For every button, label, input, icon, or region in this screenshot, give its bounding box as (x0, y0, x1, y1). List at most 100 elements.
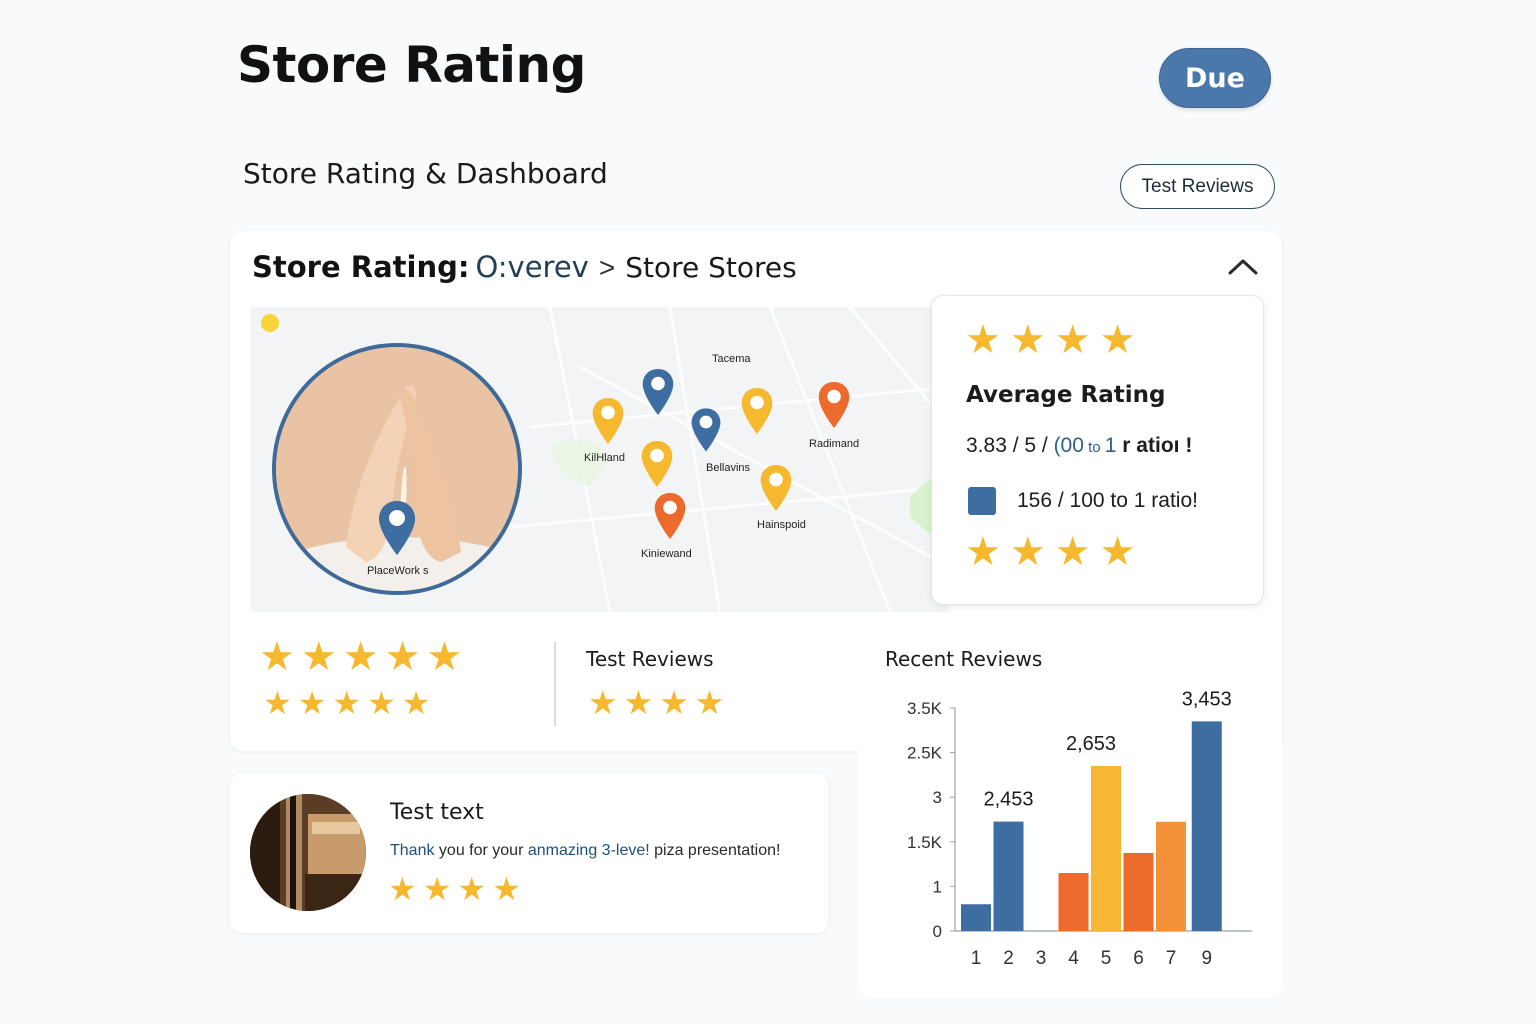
chart-data-label: 2,453 (983, 789, 1033, 811)
star-icon: ★ (297, 685, 327, 721)
recent-reviews-chart: 011.5K32.5K3.5K1 2 3 4 5 6 7 92,4532,6533,453 (907, 688, 1252, 969)
star-icon: ★ (1009, 530, 1046, 574)
chevron-up-icon (1228, 259, 1258, 275)
chart-data-label: 2,653 (1066, 733, 1116, 755)
star-icon: ★ (367, 685, 396, 721)
chart-y-tick-label: 1.5K (907, 833, 943, 852)
rating-value-ratio: (00 (1053, 434, 1084, 457)
rating-value-main: 3.83 / 5 / (966, 434, 1054, 457)
status-dot (261, 314, 279, 332)
chart-bar-1[interactable] (961, 904, 991, 931)
review-body-text: you for your (434, 842, 528, 859)
map-pin-hainspoid[interactable] (759, 462, 793, 519)
breadcrumb: Store Rating: O:verev > Store Stores (252, 250, 797, 284)
review-body-end: piza presentation! (649, 842, 781, 859)
star-icon: ★ (263, 685, 292, 721)
chart-y-tick-label: 3 (933, 788, 942, 807)
map-pin-blue-north[interactable] (641, 366, 675, 423)
map-label-hainspoid: Hainspoid (757, 519, 806, 531)
star-icon: ★ (965, 318, 1001, 362)
chart-bar-7[interactable] (1156, 821, 1186, 931)
dashboard-subtitle: Store Rating & Dashboard (243, 157, 608, 190)
map-label-placeworks: PlaceWork s (367, 565, 429, 577)
breadcrumb-root[interactable]: Store Rating: (252, 250, 469, 284)
star-icon: ★ (659, 684, 689, 721)
review-title: Test text (390, 800, 484, 825)
review-card[interactable]: Test text Thank you for your anmazing 3-… (230, 773, 828, 933)
rating-stars-top: ★ ★ ★ ★ (965, 320, 1135, 360)
summary-stars-row-1: ★ ★ ★ ★ ★ (259, 637, 462, 677)
page-title: Store Rating (237, 36, 586, 94)
test-reviews-label: Test Reviews (586, 647, 714, 671)
map-pin-icon (642, 369, 674, 415)
review-body-highlight: anmazing 3-leve! (527, 842, 650, 859)
chart-bar-9[interactable] (1191, 721, 1222, 931)
chart-x-tick-label: 1 (971, 948, 982, 969)
map-pin-icon (818, 382, 850, 428)
map-pin-icon (379, 501, 415, 555)
map-pin-radimand[interactable] (817, 379, 851, 436)
star-icon: ★ (422, 871, 452, 907)
map-pin-yellow-center[interactable] (640, 438, 674, 495)
map-pin-kilhland[interactable] (591, 395, 625, 452)
map-pin-bellavins[interactable] (690, 405, 722, 460)
map-pin-icon (641, 441, 673, 487)
map-label-bellavins: Bellavins (706, 462, 751, 474)
map-pin-icon (592, 398, 624, 444)
map-label-kiniewand: Kiniewand (641, 548, 692, 560)
chart-bar-2[interactable] (993, 821, 1024, 931)
breadcrumb-chevron-icon: > (598, 252, 616, 283)
map-pin-kiniewand[interactable] (653, 490, 687, 547)
chart-x-tick-label: 3 (1036, 948, 1047, 969)
star-icon: ★ (623, 684, 654, 721)
map-pin-icon (691, 408, 721, 452)
star-icon: ★ (426, 635, 463, 679)
star-icon: ★ (332, 685, 362, 721)
star-icon: ★ (457, 871, 487, 907)
map-pin-icon (760, 465, 792, 511)
map-label-kilhland: KilHland (584, 452, 625, 464)
chart-x-tick-label: 7 (1166, 948, 1177, 969)
chart-x-tick-label: 4 (1068, 948, 1079, 969)
collapse-toggle[interactable] (1226, 254, 1260, 278)
star-icon: ★ (1054, 530, 1091, 574)
map-pin-yellow-east[interactable] (740, 385, 774, 442)
map-pin-icon (654, 493, 686, 539)
average-rating-card: ★ ★ ★ ★ Average Rating 3.83 / 5 / (00 to… (931, 295, 1264, 605)
review-body: Thank you for your anmazing 3-leve! piza… (390, 842, 780, 860)
rating-value-to: to (1083, 439, 1105, 456)
due-button[interactable]: Due (1159, 48, 1271, 108)
star-icon: ★ (588, 684, 618, 721)
rating-value-suffix: r atioı ! (1116, 434, 1193, 457)
star-icon: ★ (965, 530, 1001, 574)
test-reviews-button[interactable]: Test Reviews (1120, 164, 1275, 209)
star-icon: ★ (492, 871, 521, 907)
reviewer-avatar (250, 794, 366, 911)
star-icon: ★ (300, 635, 337, 679)
test-reviews-stars: ★ ★ ★ ★ (588, 686, 724, 719)
map-pin-icon (741, 388, 773, 434)
review-body-thank: Thank (390, 842, 435, 859)
breadcrumb-overview[interactable]: O:verev (475, 250, 588, 284)
star-icon: ★ (1099, 318, 1136, 362)
legend-text: 156 / 100 to 1 ratio! (1017, 489, 1198, 512)
store-map[interactable]: PlaceWork s KilHland Tacema Bellavins Ra… (250, 307, 950, 612)
chart-y-tick-label: 3.5K (907, 699, 943, 718)
chart-y-tick-label: 0 (933, 922, 942, 941)
chart-bar-6[interactable] (1123, 852, 1154, 931)
chart-x-tick-label: 9 (1201, 948, 1212, 969)
chart-bar-5[interactable] (1091, 765, 1121, 931)
breadcrumb-current: Store Stores (625, 251, 797, 284)
star-icon: ★ (694, 684, 725, 721)
star-icon: ★ (1054, 318, 1091, 362)
chart-data-label: 3,453 (1182, 688, 1232, 710)
rating-value-one: 1 (1104, 434, 1117, 457)
star-icon: ★ (384, 635, 421, 679)
recent-reviews-chart-card: Recent Reviews 0 1 1.5K 3 2.5K 3.5K 1 2 3 4 5 6 7 9 2,… (858, 632, 1282, 997)
map-label-radimand: Radimand (809, 438, 860, 450)
map-pin-placeworks[interactable] (377, 499, 417, 562)
chart-bar-4[interactable] (1058, 873, 1089, 931)
chart-y-tick-label: 1 (933, 877, 942, 896)
summary-stars-row-2: ★ ★ ★ ★ ★ (263, 687, 430, 719)
star-icon: ★ (342, 635, 379, 679)
